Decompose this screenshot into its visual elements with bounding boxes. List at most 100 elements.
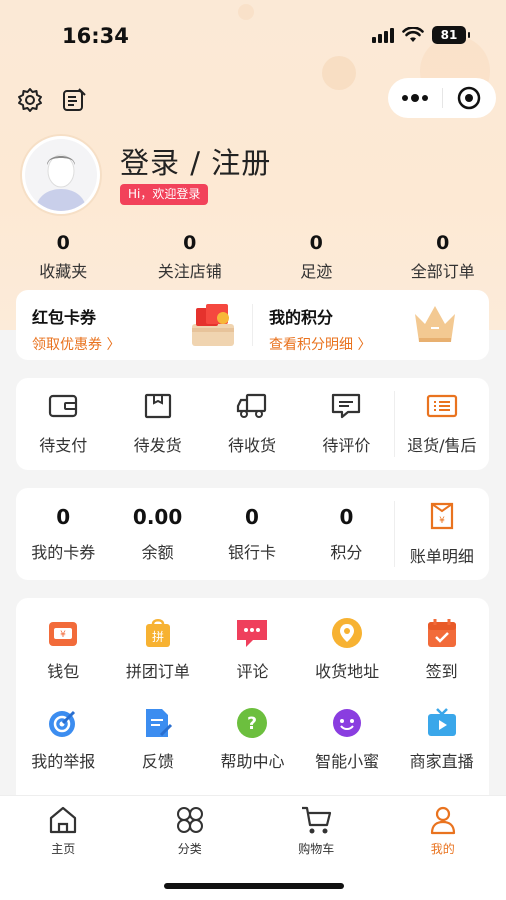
order-label: 待评价: [322, 436, 371, 455]
tab-home[interactable]: 主页: [0, 796, 127, 900]
message-list-icon[interactable]: [60, 86, 88, 114]
tab-label: 我的: [430, 842, 455, 856]
stat-value: 0: [183, 232, 197, 254]
order-pending-payment[interactable]: 待支付: [16, 392, 110, 456]
wallet-icon: [49, 394, 78, 418]
points-section[interactable]: 我的积分 查看积分明细 〉: [253, 290, 489, 360]
stat-label: 关注店铺: [157, 262, 222, 281]
order-pending-receipt[interactable]: 待收货: [205, 392, 299, 456]
mini-program-capsule: [388, 78, 496, 118]
stat-followed-shops[interactable]: 0 关注店铺: [127, 232, 254, 282]
status-icons: 81: [372, 26, 470, 44]
asset-value: 0: [339, 505, 354, 529]
more-button[interactable]: [388, 78, 442, 118]
battery-icon: 81: [432, 26, 470, 44]
asset-value: 0: [245, 505, 259, 529]
asset-label: 银行卡: [228, 543, 277, 562]
asset-label: 我的卡券: [31, 543, 96, 562]
asset-label: 账单明细: [409, 547, 474, 566]
target-icon: [458, 86, 481, 110]
svg-text:?: ?: [248, 714, 258, 734]
orders-card: 待支付 待发货 待收货 待评价 退货/售后: [16, 378, 489, 470]
comment-icon: [237, 620, 268, 647]
stat-all-orders[interactable]: 0 全部订单: [380, 232, 506, 282]
location-icon: [332, 618, 363, 648]
feedback-icon: [145, 709, 172, 737]
service-label: 帮助中心: [220, 752, 285, 771]
order-label: 待收货: [228, 436, 277, 455]
login-register-link[interactable]: 登录 / 注册: [120, 140, 271, 182]
box-icon: [144, 393, 171, 419]
settings-icon[interactable]: [16, 86, 44, 114]
decor-circle: [238, 4, 254, 20]
service-address[interactable]: 收货地址: [300, 616, 395, 682]
tab-label: 购物车: [298, 842, 335, 856]
asset-coupons[interactable]: 0 我的卡券: [16, 505, 110, 563]
order-label: 待支付: [39, 436, 88, 455]
svg-text:¥: ¥: [60, 630, 66, 640]
stat-footprints[interactable]: 0 足迹: [253, 232, 380, 282]
asset-balance[interactable]: 0.00 余额: [110, 505, 204, 563]
service-label: 拼团订单: [125, 662, 190, 681]
service-wallet[interactable]: ¥ 钱包: [16, 616, 111, 682]
service-smart-assistant[interactable]: 智能小蜜: [300, 706, 395, 772]
asset-value: 0.00: [132, 505, 183, 529]
welcome-badge: Hi，欢迎登录: [120, 184, 209, 205]
stat-value: 0: [309, 232, 323, 254]
service-merchant-live[interactable]: 商家直播: [394, 706, 489, 772]
service-group-orders[interactable]: 拼 拼团订单: [111, 616, 206, 682]
wallet-icon: ¥: [49, 622, 78, 646]
asset-label: 积分: [330, 543, 363, 562]
service-help-center[interactable]: ? 帮助中心: [205, 706, 300, 772]
asset-value: 0: [56, 505, 71, 529]
order-label: 退货/售后: [407, 436, 477, 455]
decor-circle: [322, 56, 356, 90]
service-comments[interactable]: 评论: [205, 616, 300, 682]
assistant-icon: [333, 709, 362, 737]
stat-label: 足迹: [300, 262, 333, 281]
service-checkin[interactable]: 签到: [394, 616, 489, 682]
group-order-icon: 拼: [145, 619, 170, 647]
svg-text:拼: 拼: [152, 630, 164, 644]
checkin-icon: [427, 619, 456, 647]
return-icon: [426, 394, 457, 418]
asset-points[interactable]: 0 积分: [299, 505, 393, 563]
service-label: 反馈: [141, 752, 174, 771]
close-mini-program-button[interactable]: [443, 78, 497, 118]
cart-icon: [302, 806, 332, 834]
crown-icon: [415, 306, 455, 342]
order-pending-review[interactable]: 待评价: [299, 392, 393, 456]
asset-bill-details[interactable]: ¥ 账单明细: [395, 501, 489, 567]
service-label: 钱包: [47, 662, 80, 681]
live-icon: [427, 708, 456, 736]
home-indicator[interactable]: [164, 883, 344, 889]
services-card: ¥ 钱包 拼 拼团订单 评论 收货地址 签到 我的举报 反馈 ? 帮助中心 智能…: [16, 598, 489, 808]
service-reports[interactable]: 我的举报: [16, 706, 111, 772]
service-feedback[interactable]: 反馈: [111, 706, 206, 772]
asset-bank-card[interactable]: 0 银行卡: [205, 505, 299, 563]
home-icon: [50, 806, 77, 834]
coupon-points-card: 红包卡券 领取优惠券 〉 我的积分 查看积分明细 〉: [16, 290, 489, 360]
order-label: 待发货: [133, 436, 182, 455]
report-icon: [49, 710, 76, 737]
signal-icon: [372, 27, 394, 43]
assets-card: 0 我的卡券 0.00 余额 0 银行卡 0 积分 ¥ 账单明细: [16, 488, 489, 580]
tab-mine[interactable]: 我的: [380, 796, 506, 900]
service-row: ¥ 钱包 拼 拼团订单 评论 收货地址 签到: [16, 616, 489, 682]
service-label: 收货地址: [315, 662, 380, 681]
status-time: 16:34: [62, 24, 129, 48]
service-label: 评论: [236, 662, 269, 681]
asset-label: 余额: [141, 543, 174, 562]
service-label: 智能小蜜: [315, 752, 380, 771]
wifi-icon: [402, 27, 424, 42]
order-pending-shipment[interactable]: 待发货: [110, 392, 204, 456]
order-returns[interactable]: 退货/售后: [395, 392, 489, 456]
stat-label: 全部订单: [410, 262, 475, 281]
avatar[interactable]: [22, 136, 100, 214]
category-icon: [176, 807, 203, 833]
stat-favorites[interactable]: 0 收藏夹: [0, 232, 127, 282]
red-packet-icon: [192, 304, 234, 346]
coupon-section[interactable]: 红包卡券 领取优惠券 〉: [16, 290, 252, 360]
stat-value: 0: [56, 232, 70, 254]
stats-row: 0 收藏夹 0 关注店铺 0 足迹 0 全部订单: [0, 232, 506, 282]
